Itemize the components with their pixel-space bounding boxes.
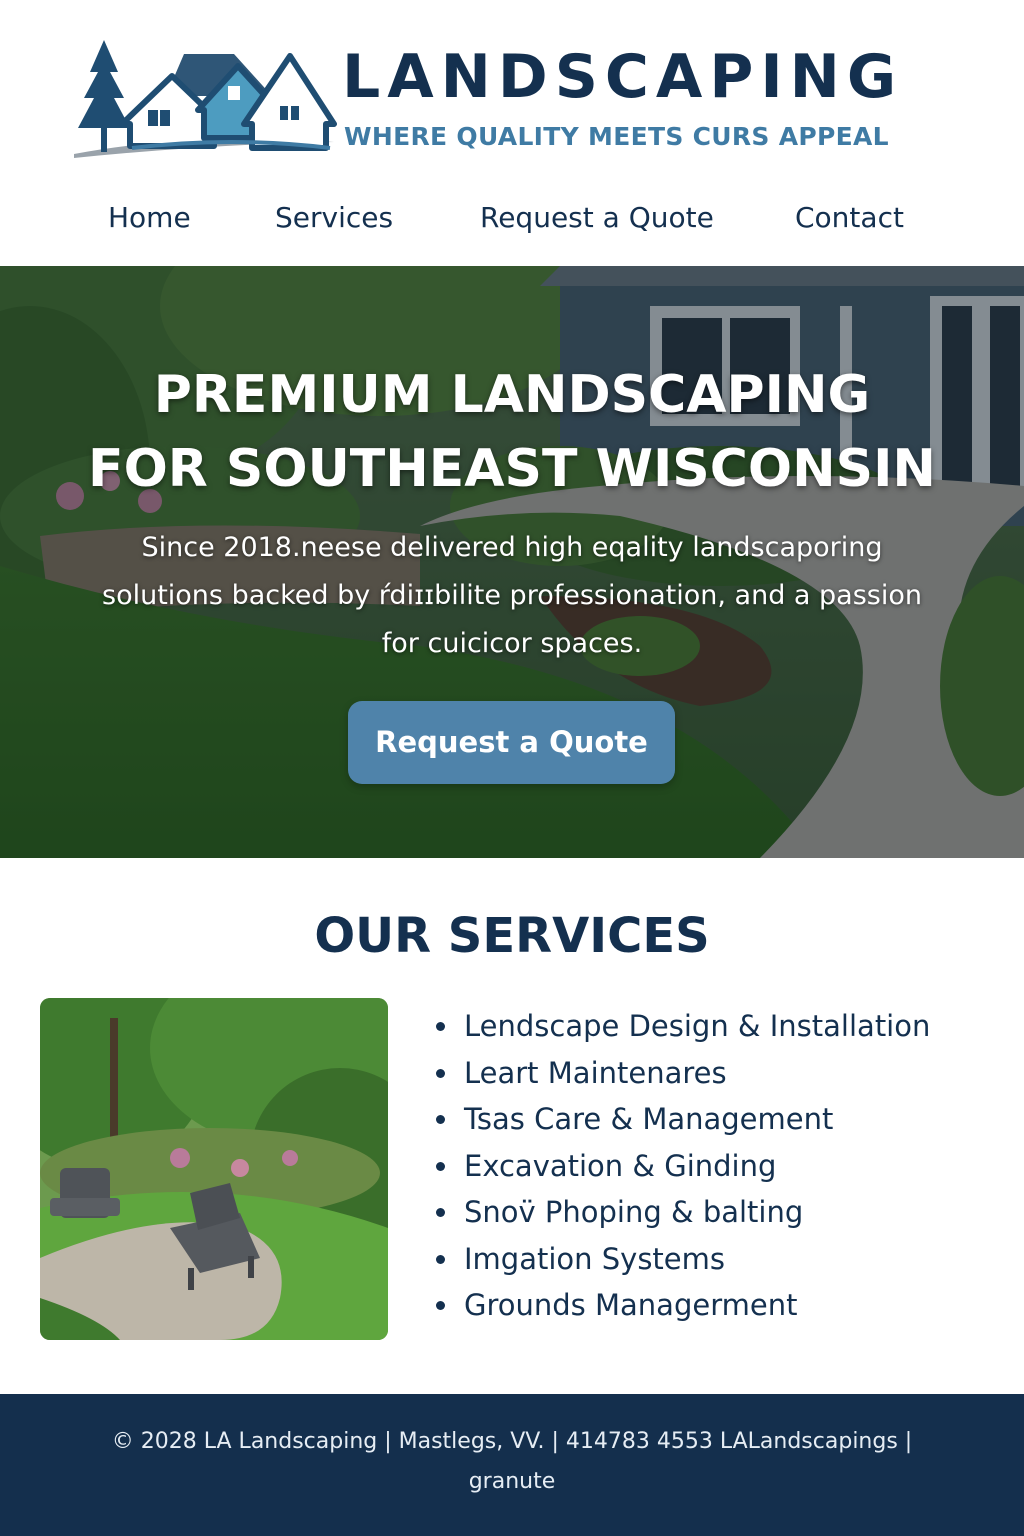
service-item: Tsas Care & Management [434,1096,994,1143]
bullet-icon [436,1208,445,1217]
service-item: Excavation & Ginding [434,1143,994,1190]
hero-title-line2: FOR SOUTHEAST WISCONSIN [88,439,936,499]
bullet-icon [436,1254,445,1264]
service-item: Imgation Systems [434,1236,994,1283]
service-item: Grounds Managerment [434,1282,994,1329]
bullet-icon [436,1022,445,1031]
hero-section: PREMIUM LANDSCAPING FOR SOUTHEAST WISCON… [0,266,1024,858]
site-footer: © 2028 LA Landscaping | Mastlegs, VV. | … [0,1394,1024,1536]
hero-title-line1: PREMIUM LANDSCAPING [153,365,871,425]
service-item: Lendscape Design & Installation [434,1003,994,1050]
nav-services-link[interactable]: Services [275,192,393,244]
bullet-icon [436,1115,445,1124]
service-item: Leart Maintenares [434,1050,994,1097]
brand-tagline: WHERE QUALITY MEETS CURS APPEAL [344,122,889,151]
main-nav: Home Services Request a Quote Contact [0,192,1024,244]
services-list: Lendscape Design & Installation Leart Ma… [434,1003,994,1329]
site-header: LANDSCAPING WHERE QUALITY MEETS CURS APP… [0,0,1024,266]
footer-info: © 2028 LA Landscaping | Mastlegs, VV. | … [111,1429,913,1494]
nav-contact-link[interactable]: Contact [795,192,904,244]
house-logo-icon [74,40,337,158]
request-quote-button[interactable]: Request a Quote [348,701,675,784]
nav-home-link[interactable]: Home [108,192,191,244]
hero-title: PREMIUM LANDSCAPING FOR SOUTHEAST WISCON… [0,358,1024,506]
bullet-icon [436,1301,445,1310]
service-item: Snov̈ Phoping & balting [434,1189,994,1236]
nav-request-quote-link[interactable]: Request a Quote [480,192,714,244]
services-garden-image [40,998,388,1340]
bullet-icon [436,1068,445,1078]
brand-name: LANDSCAPING [342,42,904,112]
services-heading: OUR SERVICES [314,908,710,964]
bullet-icon [436,1161,445,1171]
hero-description: Since 2018.neese delivered high eqality … [102,532,922,659]
